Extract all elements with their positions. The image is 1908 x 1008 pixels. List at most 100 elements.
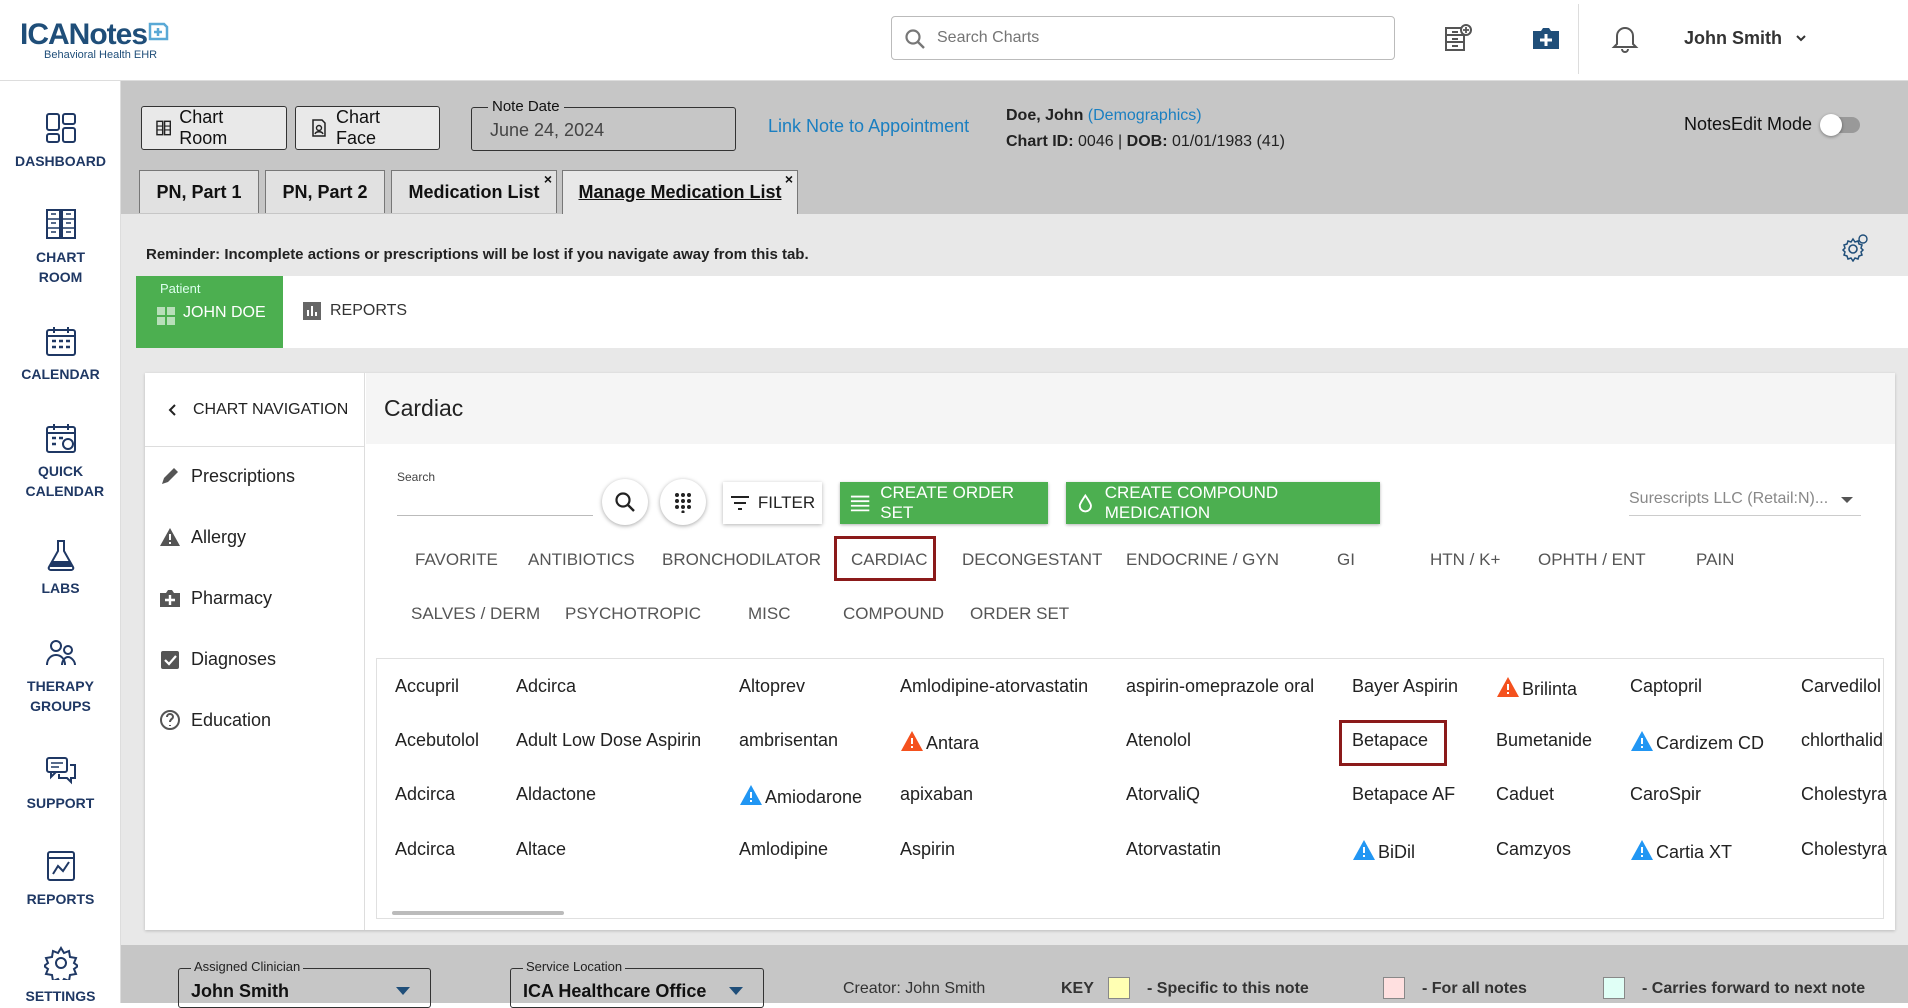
search-button[interactable]	[602, 479, 648, 525]
medication-item[interactable]: Amlodipine	[739, 839, 828, 860]
nav-item-education[interactable]: Education	[159, 709, 271, 731]
category-misc[interactable]: MISC	[748, 604, 791, 624]
medication-item[interactable]: AtorvaliQ	[1126, 784, 1200, 805]
sidebar-item-support[interactable]: SUPPORT	[0, 753, 121, 813]
chart-navigation-header[interactable]: CHART NAVIGATION	[145, 373, 365, 447]
medication-item[interactable]: chlorthalid	[1801, 730, 1883, 751]
tab-manage-medication-list[interactable]: Manage Medication List ×	[562, 170, 798, 214]
medication-item[interactable]: Betapace AF	[1352, 784, 1455, 805]
medication-item[interactable]: Bayer Aspirin	[1352, 676, 1458, 697]
medication-item[interactable]: Cartia XT	[1630, 839, 1732, 863]
medication-item[interactable]: BiDil	[1352, 839, 1415, 863]
sidebar-item-therapy-groups[interactable]: THERAPY GROUPS	[0, 636, 121, 716]
settings-gear-icon[interactable]	[1840, 232, 1870, 262]
assigned-clinician-select[interactable]: Assigned Clinician John Smith	[178, 959, 431, 1008]
tab-pn-part-1[interactable]: PN, Part 1	[139, 170, 259, 213]
medication-item[interactable]: Aspirin	[900, 839, 955, 860]
user-menu[interactable]: John Smith	[1684, 28, 1807, 49]
medication-item[interactable]: Amlodipine-atorvastatin	[900, 676, 1088, 697]
logo-subtitle: Behavioral Health EHR	[44, 49, 158, 61]
medication-item[interactable]: Adcirca	[395, 784, 455, 805]
medication-item[interactable]: Altace	[516, 839, 566, 860]
sidebar-item-quick-calendar[interactable]: QUICK CALENDAR	[0, 421, 121, 501]
nav-item-allergy[interactable]: Allergy	[159, 526, 246, 548]
notifications-bell-icon[interactable]	[1605, 18, 1645, 58]
medication-item[interactable]: Cholestyra	[1801, 784, 1887, 805]
filter-button[interactable]: FILTER	[723, 482, 822, 524]
category-endocrine-gyn[interactable]: ENDOCRINE / GYN	[1126, 550, 1279, 570]
demographics-link[interactable]: (Demographics)	[1088, 107, 1202, 124]
sidebar-item-dashboard[interactable]: DASHBOARD	[0, 111, 121, 171]
medication-item[interactable]: Accupril	[395, 676, 459, 697]
medication-item[interactable]: Cardizem CD	[1630, 730, 1764, 754]
category-decongestant[interactable]: DECONGESTANT	[962, 550, 1102, 570]
nav-item-pharmacy[interactable]: Pharmacy	[159, 587, 272, 609]
medication-item[interactable]: Altoprev	[739, 676, 805, 697]
keypad-button[interactable]	[660, 479, 706, 525]
category-pain[interactable]: PAIN	[1696, 550, 1734, 570]
sidebar-item-labs[interactable]: LABS	[0, 538, 121, 598]
tab-pn-part-2[interactable]: PN, Part 2	[265, 170, 385, 213]
category-salves-derm[interactable]: SALVES / DERM	[411, 604, 540, 624]
chart-room-button[interactable]: Chart Room	[141, 106, 287, 150]
prescription-icon[interactable]	[1526, 18, 1566, 58]
medication-item[interactable]: Acebutolol	[395, 730, 479, 751]
service-location-select[interactable]: Service Location ICA Healthcare Office	[510, 959, 764, 1008]
medication-item[interactable]: CaroSpir	[1630, 784, 1701, 805]
pharmacy-select[interactable]: Surescripts LLC (Retail:N)...	[1629, 490, 1861, 516]
medication-item[interactable]: Adult Low Dose Aspirin	[516, 730, 701, 751]
medication-search-input[interactable]	[397, 515, 593, 516]
medication-item[interactable]: Atenolol	[1126, 730, 1191, 751]
notes-edit-mode-toggle[interactable]	[1820, 114, 1860, 136]
category-compound[interactable]: COMPOUND	[843, 604, 944, 624]
medication-item[interactable]: Adcirca	[516, 676, 576, 697]
horizontal-scrollbar[interactable]	[392, 911, 564, 915]
medication-item[interactable]: Caduet	[1496, 784, 1554, 805]
category-bronchodilator[interactable]: BRONCHODILATOR	[662, 550, 821, 570]
medication-item[interactable]: Brilinta	[1496, 676, 1577, 700]
medication-item[interactable]: Amiodarone	[739, 784, 862, 808]
medication-item[interactable]: ambrisentan	[739, 730, 838, 751]
chart-face-button[interactable]: Chart Face	[295, 106, 440, 150]
nav-item-diagnoses[interactable]: Diagnoses	[159, 648, 276, 670]
category-antibiotics[interactable]: ANTIBIOTICS	[528, 550, 635, 570]
search-input[interactable]	[937, 25, 1377, 51]
search-charts[interactable]	[891, 16, 1395, 60]
patient-tab[interactable]: Patient JOHN DOE	[136, 276, 283, 348]
reports-tab[interactable]: REPORTS	[302, 301, 407, 321]
medication-item[interactable]: Atorvastatin	[1126, 839, 1221, 860]
medication-name: Antara	[926, 733, 980, 753]
category-order-set[interactable]: ORDER SET	[970, 604, 1069, 624]
category-gi[interactable]: GI	[1337, 550, 1355, 570]
sidebar-item-settings[interactable]: SETTINGS	[0, 946, 121, 1006]
medication-item[interactable]: Captopril	[1630, 676, 1702, 697]
sidebar-item-reports[interactable]: REPORTS	[0, 849, 121, 909]
medication-item[interactable]: Camzyos	[1496, 839, 1571, 860]
medication-item[interactable]: Antara	[900, 730, 979, 754]
settings-gear-icon	[43, 946, 78, 980]
close-tab-icon[interactable]: ×	[785, 171, 793, 187]
medication-item[interactable]: Adcirca	[395, 839, 455, 860]
note-date-field[interactable]: Note Date June 24, 2024	[471, 98, 736, 151]
medication-item[interactable]: Carvedilol	[1801, 676, 1881, 697]
ica-notes-logo[interactable]: ICANotes Behavioral Health EHR	[20, 18, 200, 66]
category-favorite[interactable]: FAVORITE	[415, 550, 498, 570]
warning-blue-icon	[740, 785, 762, 805]
sidebar-item-calendar[interactable]: CALENDAR	[0, 324, 121, 384]
medication-item[interactable]: Aldactone	[516, 784, 596, 805]
create-compound-medication-button[interactable]: CREATE COMPOUND MEDICATION	[1066, 482, 1380, 524]
sidebar-item-chart-room[interactable]: CHART ROOM	[0, 207, 121, 287]
create-order-set-button[interactable]: CREATE ORDER SET	[840, 482, 1048, 524]
medication-item[interactable]: apixaban	[900, 784, 973, 805]
medication-item[interactable]: Cholestyra	[1801, 839, 1887, 860]
nav-item-prescriptions[interactable]: Prescriptions	[159, 465, 295, 487]
link-note-to-appointment[interactable]: Link Note to Appointment	[768, 116, 969, 137]
category-htn-k[interactable]: HTN / K+	[1430, 550, 1500, 570]
category-psychotropic[interactable]: PSYCHOTROPIC	[565, 604, 701, 624]
medication-item[interactable]: aspirin-omeprazole oral	[1126, 676, 1314, 697]
close-tab-icon[interactable]: ×	[544, 171, 552, 187]
medication-item[interactable]: Bumetanide	[1496, 730, 1592, 751]
tab-medication-list[interactable]: Medication List ×	[391, 170, 557, 213]
chart-cabinet-add-icon[interactable]	[1438, 18, 1478, 58]
category-ophth-ent[interactable]: OPHTH / ENT	[1538, 550, 1646, 570]
